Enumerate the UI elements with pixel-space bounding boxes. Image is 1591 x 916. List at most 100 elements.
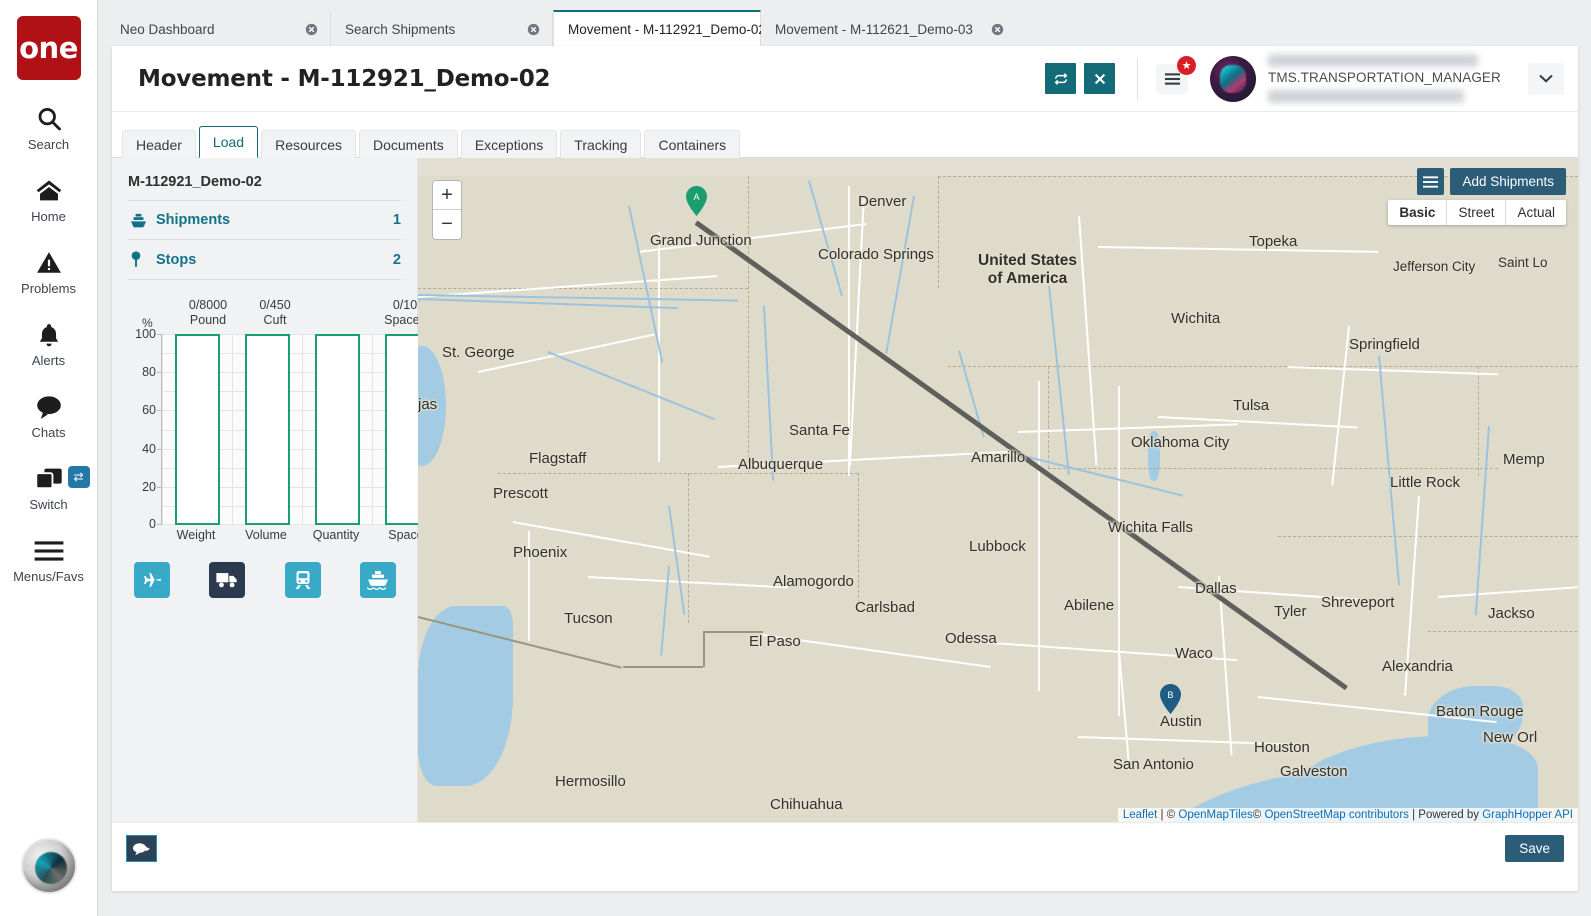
rail-item-problems[interactable]: Problems (0, 248, 98, 296)
city-label: Tulsa (1233, 397, 1270, 414)
city-label: Carlsbad (855, 599, 916, 616)
user-menu-caret[interactable] (1528, 62, 1564, 95)
city-label: Wichita Falls (1108, 519, 1194, 536)
ocean-mode-icon[interactable] (359, 562, 396, 598)
rail-item-switch[interactable]: ⇄ Switch (0, 464, 98, 512)
rail-user-avatar[interactable] (21, 838, 77, 894)
home-icon (34, 176, 64, 206)
capacity-volume-unit: Cuft (263, 313, 287, 328)
air-mode-icon[interactable] (134, 562, 170, 598)
city-label: Albuquerque (738, 456, 824, 473)
chart-bar-quantity[interactable] (315, 334, 360, 525)
attribution-graphhopper-link[interactable]: GraphHopper API (1482, 809, 1573, 821)
tab-tracking[interactable]: Tracking (560, 130, 642, 158)
capacity-caption-volume: 0/450 Cuft (234, 298, 316, 329)
city-label: Prescott (493, 485, 549, 502)
chart-ytick-40: 40 (142, 441, 156, 456)
chart-xlabel-weight: Weight (176, 528, 216, 542)
city-label: San Antonio (1113, 756, 1194, 773)
attribution-openmaptiles-link[interactable]: OpenMapTiles (1178, 809, 1252, 821)
city-label: Jefferson City (1393, 259, 1476, 274)
user-avatar[interactable] (1210, 55, 1256, 102)
city-label: Saint Lo (1498, 255, 1548, 270)
city-label: Wichita (1171, 310, 1221, 327)
country-label-line1: United States (978, 252, 1078, 269)
basemap-basic[interactable]: Basic (1388, 200, 1448, 225)
city-label: Alexandria (1382, 658, 1453, 675)
city-label: Santa Fe (789, 422, 850, 439)
switch-badge-icon[interactable]: ⇄ (67, 466, 90, 488)
browser-tab-search-shipments[interactable]: Search Shipments (331, 12, 553, 46)
truck-mode-icon[interactable] (209, 562, 246, 598)
tab-exceptions[interactable]: Exceptions (460, 130, 558, 158)
tab-resources[interactable]: Resources (261, 130, 356, 158)
map-tiles[interactable]: A B United States of America Denver Gran… (418, 176, 1578, 822)
city-label: Denver (858, 193, 907, 210)
browser-tab-movement-demo-02[interactable]: Movement - M-112921_Demo-02 (553, 10, 797, 46)
tab-strip: Header Load Resources Documents Exceptio… (112, 126, 1578, 158)
route-map[interactable]: Add Shipments A B United States of Ameri… (418, 158, 1578, 822)
chart-ytick-100: 100 (135, 327, 156, 341)
tab-documents[interactable]: Documents (359, 130, 458, 158)
map-marker-b[interactable]: B (1160, 684, 1181, 714)
city-label: Galveston (1280, 763, 1348, 780)
sidebar-item-shipments[interactable]: Shipments 1 (128, 201, 401, 240)
close-icon[interactable] (973, 23, 1004, 36)
one-logo[interactable]: one (16, 16, 81, 80)
tab-header[interactable]: Header (122, 130, 196, 158)
page-title: Movement - M-112921_Demo-02 (138, 65, 551, 92)
basemap-actual[interactable]: Actual (1506, 200, 1566, 225)
rail-item-home[interactable]: Home (0, 176, 98, 224)
attribution-leaflet-link[interactable]: Leaflet (1123, 809, 1158, 821)
attribution-sep1: | © (1157, 809, 1179, 821)
header-actions: ★ TMS.TRANSPORTATION_MANAGER (1037, 46, 1578, 111)
browser-tab-neo-dashboard[interactable]: Neo Dashboard (106, 12, 331, 46)
city-label: Colorado Springs (818, 246, 934, 263)
close-icon[interactable] (287, 23, 318, 36)
add-shipments-button[interactable]: Add Shipments (1450, 168, 1566, 195)
transport-mode-selector (112, 562, 418, 598)
rail-item-alerts[interactable]: Alerts (0, 320, 98, 368)
header-menu-button[interactable]: ★ (1156, 55, 1196, 94)
map-menu-icon[interactable] (1417, 168, 1445, 195)
city-label: Waco (1175, 645, 1213, 662)
rail-item-search[interactable]: Search (0, 104, 98, 152)
app-root: one Search Home Problems Alerts Chats ⇄ … (0, 0, 1591, 916)
city-label: Hermosillo (555, 773, 626, 790)
close-button[interactable] (1084, 63, 1115, 94)
chart-bar-volume[interactable] (245, 334, 290, 525)
refresh-button[interactable] (1045, 63, 1076, 94)
capacity-utilization-chart: % 0/8000 Pound 0/450 Cuft 0/10 Spaces 10… (112, 294, 443, 544)
sidebar-item-stops[interactable]: Stops 2 (128, 240, 401, 280)
capacity-volume-top: 0/450 (259, 298, 291, 312)
rail-item-label: Search (27, 137, 70, 152)
city-label: New Orl (1483, 729, 1538, 746)
rail-item-menus-favs[interactable]: Menus/Favs (0, 536, 98, 584)
city-label: Flagstaff (529, 450, 587, 467)
chart-xlabel-volume: Volume (245, 528, 287, 542)
page-header: Movement - M-112921_Demo-02 ★ TMS.TRANSP… (112, 46, 1578, 112)
zoom-in-button[interactable]: + (433, 181, 461, 210)
rail-mode-icon[interactable] (284, 562, 321, 598)
shipments-count: 1 (392, 212, 401, 228)
close-icon[interactable] (509, 23, 540, 36)
map-marker-a[interactable]: A (686, 186, 707, 216)
rail-item-chats[interactable]: Chats (0, 392, 98, 440)
city-label: Dallas (1195, 580, 1237, 597)
basemap-street[interactable]: Street (1447, 200, 1507, 225)
attribution-copy2: © (1252, 809, 1265, 821)
switch-icon (34, 464, 64, 494)
chart-bar-weight[interactable] (175, 334, 220, 525)
rail-item-label: Alerts (31, 353, 66, 368)
chat-icon[interactable] (126, 835, 157, 862)
footer-bar: Save (112, 822, 1578, 874)
tab-containers[interactable]: Containers (644, 130, 741, 158)
stops-count: 2 (392, 251, 401, 268)
save-button[interactable]: Save (1505, 835, 1564, 862)
country-label-line2: of America (987, 269, 1068, 287)
city-label: Grand Junction (650, 232, 752, 249)
browser-tab-movement-demo-03[interactable]: Movement - M-112621_Demo-03 (761, 12, 1004, 46)
zoom-out-button[interactable]: − (433, 210, 461, 239)
tab-load[interactable]: Load (198, 126, 259, 158)
attribution-osm-link[interactable]: OpenStreetMap contributors (1264, 809, 1408, 821)
